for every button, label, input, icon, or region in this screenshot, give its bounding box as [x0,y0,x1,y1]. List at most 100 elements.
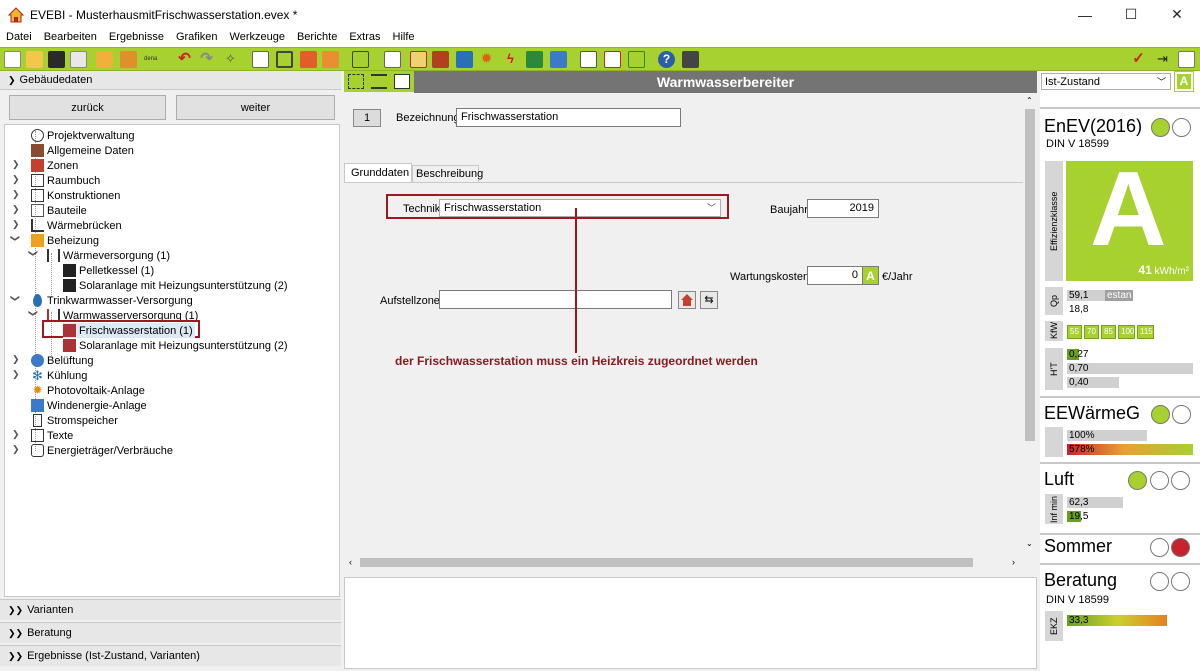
scroll-left-icon[interactable]: ‹ [349,557,352,567]
check-document-icon[interactable] [628,51,645,68]
tab-beschreibung[interactable]: Beschreibung [412,165,483,183]
scroll-thumb[interactable] [1025,109,1035,441]
sun-icon[interactable]: ✹ [478,51,495,68]
lightning-icon[interactable]: ϟ [502,51,519,68]
hscroll-thumb[interactable] [360,558,973,567]
tree-structure-icon[interactable] [276,51,293,68]
tree-item-bauteile[interactable]: Bauteile [31,203,87,218]
tree-item-texte[interactable]: Texte [31,428,73,443]
dena-icon[interactable]: dena [144,51,161,68]
minimize-button[interactable]: — [1062,0,1108,29]
section-beratung[interactable]: ❯❯ Beratung [0,622,341,643]
calculator-icon[interactable] [300,51,317,68]
water-drop-icon[interactable] [456,51,473,68]
sum-icon[interactable] [322,51,339,68]
document-icon[interactable] [252,51,269,68]
description-area[interactable] [344,577,1037,669]
menu-ergebnisse[interactable]: Ergebnisse [103,29,170,47]
expand-belueftung-icon[interactable]: ❯ [12,354,20,365]
horizontal-scrollbar[interactable]: ‹ › [344,555,1023,569]
expand-kuehlung-icon[interactable]: ❯ [12,369,20,380]
left-panel-header[interactable]: ❯ Gebäudedaten [0,71,341,90]
tree-item-waermebruecken[interactable]: Wärmebrücken [31,218,122,233]
undo-icon[interactable]: ↶ [176,51,193,68]
tree-item-belueftung[interactable]: Belüftung [31,353,93,368]
certificate-icon[interactable] [410,51,427,68]
tree-item-solaranlage-heizung[interactable]: Solaranlage mit Heizungsunterstützung (2… [63,278,288,293]
pdf-icon[interactable] [604,51,621,68]
tree-item-projektverwaltung[interactable]: Projektverwaltung [31,128,134,143]
copy-icon[interactable] [70,51,87,68]
scroll-right-icon[interactable]: › [1012,557,1015,567]
menu-berichte[interactable]: Berichte [291,29,343,47]
copy-view-icon[interactable] [394,74,410,89]
expand-energietraeger-icon[interactable]: ❯ [12,444,20,455]
collapse-trinkwarmwasser-icon[interactable]: ❯ [10,295,21,303]
chart-icon[interactable] [1178,51,1195,68]
tree-item-allgemeine-daten[interactable]: Allgemeine Daten [31,143,134,158]
redo-icon[interactable]: ↷ [198,51,215,68]
tree-item-solaranlage-ww[interactable]: Solaranlage mit Heizungsunterstützung (2… [63,338,288,353]
state-select[interactable]: Ist-Zustand ﹀ [1041,73,1171,90]
baujahr-input[interactable]: 2019 [807,199,879,218]
next-button[interactable]: weiter [176,95,335,120]
menu-werkzeuge[interactable]: Werkzeuge [224,29,291,47]
expand-konstruktionen-icon[interactable]: ❯ [12,189,20,200]
help-icon[interactable]: ? [658,51,675,68]
menu-extras[interactable]: Extras [343,29,386,47]
expand-waermebruecken-icon[interactable]: ❯ [12,219,20,230]
collapse-beheizung-icon[interactable]: ❯ [10,235,21,243]
tree-item-pelletkessel[interactable]: Pelletkessel (1) [63,263,154,278]
technik-select[interactable]: Frischwasserstation ﹀ [439,199,721,217]
tree-item-kuehlung[interactable]: ✻ Kühlung [31,368,87,383]
assign-arrows-icon[interactable]: ⇆ [700,291,718,309]
tree-item-raumbuch[interactable]: Raumbuch [31,173,100,188]
list-view-icon[interactable] [371,74,387,89]
new-file-icon[interactable] [4,51,21,68]
scroll-up-icon[interactable]: ⌃ [1026,96,1033,105]
state-badge[interactable]: A [1174,71,1194,92]
calc-device-icon[interactable] [682,51,699,68]
tree-item-frischwasserstation[interactable]: Frischwasserstation (1) [63,323,195,338]
wizard-icon[interactable]: ✧ [222,51,239,68]
tree-item-beheizung[interactable]: Beheizung [31,233,99,248]
save-icon[interactable] [48,51,65,68]
tree-item-windenergie[interactable]: Windenergie-Anlage [31,398,147,413]
green-house-icon[interactable] [526,51,543,68]
section-ergebnisse[interactable]: ❯❯ Ergebnisse (Ist-Zustand, Varianten) [0,645,341,666]
arrow-in-icon[interactable]: ⇥ [1154,51,1171,68]
tree-item-photovoltaik[interactable]: ✹ Photovoltaik-Anlage [31,383,144,398]
close-button[interactable]: ✕ [1154,0,1200,29]
aufstellzone-input[interactable] [439,290,672,309]
collapse-waermeversorgung-icon[interactable]: ❯ [28,250,39,258]
expand-bauteile-icon[interactable]: ❯ [12,204,20,215]
vertical-scrollbar[interactable]: ⌃ ⌄ [1023,93,1037,553]
menu-hilfe[interactable]: Hilfe [387,29,421,47]
export-icon[interactable] [120,51,137,68]
back-button[interactable]: zurück [9,95,166,120]
tree-item-trinkwarmwasser[interactable]: Trinkwarmwasser-Versorgung [31,293,193,308]
auto-value-badge[interactable]: A [862,266,879,285]
maximize-button[interactable]: ☐ [1108,0,1154,29]
list-icon[interactable] [580,51,597,68]
wartungskosten-input[interactable]: 0 [807,266,862,285]
expand-texte-icon[interactable]: ❯ [12,429,20,440]
check-icon[interactable]: ✓ [1130,51,1147,68]
report-icon[interactable] [384,51,401,68]
scroll-down-icon[interactable]: ⌄ [1026,539,1033,548]
expand-zonen-icon[interactable]: ❯ [12,159,20,170]
collapse-warmwasserversorgung-icon[interactable]: ❯ [28,310,39,318]
tree-item-zonen[interactable]: Zonen [31,158,78,173]
menu-datei[interactable]: Datei [0,29,38,47]
menu-bearbeiten[interactable]: Bearbeiten [38,29,103,47]
zone-house-icon[interactable] [678,291,696,309]
tree-item-waermeversorgung[interactable]: Wärmeversorgung (1) [47,248,170,263]
bezeichnung-input[interactable]: Frischwasserstation [456,108,681,127]
menu-grafiken[interactable]: Grafiken [170,29,224,47]
tree-item-energietraeger[interactable]: Energieträger/Verbräuche [31,443,173,458]
tab-grunddaten[interactable]: Grunddaten [344,163,412,183]
open-folder-icon[interactable] [26,51,43,68]
tree-view-icon[interactable] [348,74,364,89]
tree-item-konstruktionen[interactable]: Konstruktionen [31,188,120,203]
import-icon[interactable] [96,51,113,68]
